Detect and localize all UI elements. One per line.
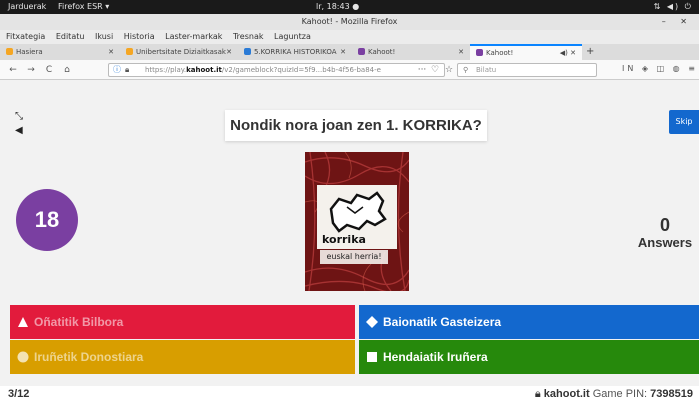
app-menu[interactable]: Firefox ESR ▾	[58, 0, 109, 14]
search-placeholder: Bilatu	[476, 66, 497, 74]
tab-bar: Hasiera ✕ Unibertsitate Diziaitkasak ✕ 5…	[0, 44, 699, 60]
answer-label: Oñatitik Bilbora	[34, 315, 124, 329]
window-controls[interactable]: – ✕	[662, 14, 693, 30]
menu-item-tools[interactable]: Tresnak	[233, 32, 264, 41]
tab-label: Unibertsitate Diziaitkasak	[136, 48, 226, 56]
tab-close-icon[interactable]: ✕	[108, 44, 114, 60]
favicon-icon	[358, 48, 365, 55]
game-footer: 3/12 🔒︎ kahoot.it Game PIN: 7398519	[0, 386, 699, 403]
tab-close-icon[interactable]: ✕	[226, 44, 232, 60]
clock[interactable]: lr, 18:43 ●	[316, 0, 359, 14]
answer-label: Hendaiatik Iruñera	[383, 350, 488, 364]
system-status-icons[interactable]: ⇅ ◀) ⏻	[654, 0, 693, 14]
favicon-icon	[126, 48, 133, 55]
answers-counter: 0 Answers	[630, 215, 699, 251]
window-title-bar: Kahoot! - Mozilla Firefox – ✕	[0, 14, 699, 30]
game-pin-value: 7398519	[650, 388, 693, 400]
navigation-toolbar: ← → C ⌂ ⓘ 🔒︎ https://play.kahoot.it/v2/g…	[0, 60, 699, 80]
answers-label: Answers	[637, 235, 693, 250]
question-title: Nondik nora joan zen 1. KORRIKA?	[225, 110, 487, 141]
tab-close-icon[interactable]: ✕	[340, 44, 346, 60]
page-actions-icon[interactable]: ···	[415, 62, 429, 78]
menu-bar: Fitxategia Editatu Ikusi Historia Laster…	[0, 30, 699, 44]
answers-count: 0	[659, 215, 670, 235]
game-pin-label: Game PIN:	[592, 388, 648, 400]
answer-green-square[interactable]: Hendaiatik Iruñera	[359, 340, 699, 374]
image-brand-text: korrika	[322, 233, 366, 246]
tab-kahoot[interactable]: Kahoot! ✕	[352, 44, 470, 60]
triangle-icon	[18, 317, 28, 327]
pocket-icon[interactable]: ♡	[428, 62, 442, 78]
menu-item-view[interactable]: Ikusi	[95, 32, 113, 41]
favicon-icon	[244, 48, 251, 55]
answer-red-triangle[interactable]: Oñatitik Bilbora	[10, 305, 355, 339]
new-tab-button[interactable]: +	[586, 44, 594, 60]
audio-controls: ⤡ ◀	[15, 110, 23, 138]
activities-button[interactable]: Jarduerak	[8, 0, 46, 14]
home-icon[interactable]: ⌂	[60, 62, 74, 78]
tab-korrika-historikoa[interactable]: 5.KORRIKA HISTORIKOA ✕	[238, 44, 352, 60]
bookmark-star-icon[interactable]: ☆	[442, 62, 456, 78]
site-name: kahoot.it	[543, 388, 590, 400]
url-bar[interactable]: ⓘ 🔒︎ https://play.kahoot.it/v2/gameblock…	[108, 63, 445, 77]
window-title: Kahoot! - Mozilla Firefox	[301, 17, 398, 26]
tab-unibertsitate[interactable]: Unibertsitate Diziaitkasak ✕	[120, 44, 238, 60]
countdown-timer: 18	[16, 189, 78, 251]
question-image: korrika euskal herria!	[305, 152, 409, 291]
info-icon[interactable]: ⓘ	[113, 64, 121, 76]
menu-item-bookmarks[interactable]: Laster-markak	[165, 32, 222, 41]
fullscreen-icon[interactable]: ⤡	[15, 110, 23, 124]
tab-label: Kahoot!	[368, 48, 396, 56]
tab-label: 5.KORRIKA HISTORIKOA	[254, 48, 337, 56]
volume-icon[interactable]: ◀	[15, 124, 23, 138]
tab-label: Kahoot!	[486, 49, 514, 57]
answer-label: Iruñetik Donostiara	[34, 350, 144, 364]
image-subtitle: euskal herria!	[320, 250, 388, 264]
menu-item-help[interactable]: Laguntza	[274, 32, 311, 41]
game-pin-info: 🔒︎ kahoot.it Game PIN: 7398519	[535, 386, 693, 403]
answer-blue-diamond[interactable]: Baionatik Gasteizera	[359, 305, 699, 339]
answer-label: Baionatik Gasteizera	[383, 315, 502, 329]
tab-hasiera[interactable]: Hasiera ✕	[0, 44, 120, 60]
menu-item-edit[interactable]: Editatu	[56, 32, 85, 41]
circle-icon	[17, 351, 29, 363]
tab-close-icon[interactable]: ✕	[458, 44, 464, 60]
url-path: /v2/gameblock?quizId=5f9...b4b-4f56-ba84…	[221, 66, 381, 74]
url-prefix: https://play.	[145, 66, 187, 74]
toolbar-right-icons[interactable]: IN ◈ ◫ ◍ ≡	[622, 64, 698, 73]
url-host: kahoot.it	[186, 66, 222, 74]
favicon-icon	[476, 49, 483, 56]
answer-yellow-circle[interactable]: Iruñetik Donostiara	[10, 340, 355, 374]
forward-icon[interactable]: →	[24, 62, 38, 78]
reload-icon[interactable]: C	[42, 62, 56, 78]
favicon-icon	[6, 48, 13, 55]
lock-icon[interactable]: 🔒︎	[125, 64, 129, 76]
back-icon[interactable]: ←	[6, 62, 20, 78]
search-input[interactable]: ⚲ Bilatu	[457, 63, 597, 77]
kahoot-game-page: ⤡ ◀ Nondik nora joan zen 1. KORRIKA? Ski…	[0, 80, 699, 403]
skip-button[interactable]: Skip	[669, 110, 699, 134]
tab-kahoot-active[interactable]: Kahoot! ◀) ✕	[470, 44, 582, 60]
square-icon	[367, 352, 377, 362]
menu-item-history[interactable]: Historia	[124, 32, 155, 41]
system-top-bar: Jarduerak Firefox ESR ▾ lr, 18:43 ● ⇅ ◀)…	[0, 0, 699, 14]
tab-audio-close-icon[interactable]: ◀) ✕	[560, 46, 576, 60]
search-icon: ⚲	[463, 66, 469, 74]
question-progress: 3/12	[8, 388, 30, 400]
menu-item-file[interactable]: Fitxategia	[6, 32, 45, 41]
lock-icon: 🔒︎	[534, 388, 541, 400]
diamond-icon	[366, 316, 378, 328]
tab-label: Hasiera	[16, 48, 43, 56]
